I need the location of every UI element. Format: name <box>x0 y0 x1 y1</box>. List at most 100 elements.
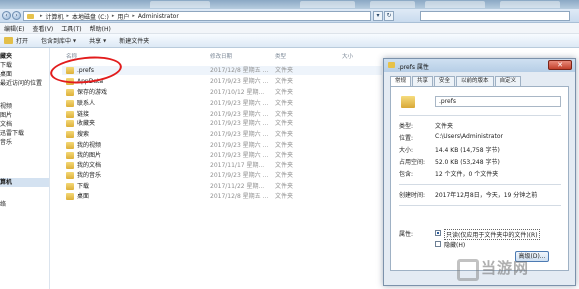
divider <box>399 184 561 185</box>
share-button[interactable]: 共享 ▼ <box>89 36 106 45</box>
folder-icon <box>401 96 415 108</box>
open-label: 打开 <box>16 38 29 45</box>
prop-label-size-on-disk: 占用空间: <box>399 159 426 166</box>
column-type[interactable]: 类型 <box>275 52 286 60</box>
folder-icon <box>66 193 74 200</box>
prop-label-created: 创建时间: <box>399 192 426 199</box>
search-input[interactable] <box>420 11 570 21</box>
hidden-label[interactable]: 隐藏(H) <box>444 240 465 249</box>
tab-previous-versions[interactable]: 以前的版本 <box>456 76 494 86</box>
divider <box>399 205 561 206</box>
site-logo-icon <box>455 257 479 281</box>
file-name: 收藏夹 <box>77 120 96 127</box>
hidden-checkbox[interactable] <box>435 241 441 247</box>
close-button[interactable]: ✕ <box>548 60 572 70</box>
file-type: 文件夹 <box>275 78 294 85</box>
open-button[interactable]: 打开 <box>4 36 28 45</box>
file-row[interactable]: 联系人 2017/9/23 星期六 ... 文件夹 <box>62 99 382 108</box>
breadcrumb-administrator[interactable]: Administrator <box>138 13 179 20</box>
properties-dialog: .prefs 属性 ✕ 常规 共享 安全 以前的版本 自定义 .prefs 类型… <box>383 58 576 286</box>
file-name: 我的视频 <box>77 142 102 149</box>
file-date: 2017/9/23 星期六 ... <box>210 152 269 159</box>
refresh-button[interactable]: ↻ <box>384 11 394 21</box>
sidebar-item-documents[interactable]: 文档 <box>0 120 12 129</box>
menu-edit[interactable]: 编辑(E) <box>4 24 24 33</box>
background-tab[interactable] <box>300 1 355 8</box>
folder-icon <box>66 142 74 149</box>
file-row[interactable]: 收藏夹 2017/9/23 星期六 ... 文件夹 <box>62 119 382 128</box>
menu-view[interactable]: 查看(V) <box>32 24 53 33</box>
file-date: 2017/9/23 星期六 ... <box>210 131 269 138</box>
readonly-checkbox[interactable] <box>435 230 441 236</box>
sidebar-item-favorites[interactable]: 藏夹 <box>0 52 12 61</box>
file-row[interactable]: 下载 2017/11/22 星期... 文件夹 <box>62 182 382 191</box>
sidebar-item-computer[interactable]: 算机 <box>0 178 49 187</box>
dialog-title-bar[interactable]: .prefs 属性 ✕ <box>384 59 575 72</box>
folder-icon <box>27 13 34 19</box>
new-folder-button[interactable]: 新建文件夹 <box>119 36 149 45</box>
tab-security[interactable]: 安全 <box>434 76 456 86</box>
chevron-right-icon: ▸ <box>40 13 43 19</box>
prop-value-type: 文件夹 <box>435 123 454 130</box>
chevron-right-icon: ▸ <box>111 13 115 19</box>
readonly-label[interactable]: 只读(仅应用于文件夹中的文件)(R) <box>444 229 540 240</box>
column-date[interactable]: 修改日期 <box>210 52 232 60</box>
file-row[interactable]: 搜索 2017/9/23 星期六 ... 文件夹 <box>62 130 382 139</box>
folder-name-field[interactable]: .prefs <box>435 96 561 107</box>
sidebar-item-xunlei-downloads[interactable]: 迅雷下载 <box>0 129 24 138</box>
background-tab[interactable] <box>370 1 415 8</box>
file-name: 链接 <box>77 111 90 118</box>
folder-icon <box>66 183 74 190</box>
divider <box>399 115 561 116</box>
watermark-text: 当游网 <box>481 258 530 277</box>
tab-sharing[interactable]: 共享 <box>412 76 434 86</box>
file-row[interactable]: 我的音乐 2017/9/23 星期六 ... 文件夹 <box>62 171 382 180</box>
breadcrumb-users[interactable]: 用户 <box>117 12 129 21</box>
prop-label-contains: 包含: <box>399 171 414 178</box>
watermark: 当游网 <box>455 256 530 281</box>
menu-help[interactable]: 帮助(H) <box>90 24 111 33</box>
sidebar-item-videos[interactable]: 视频 <box>0 102 12 111</box>
background-tab[interactable] <box>425 1 485 8</box>
background-tab[interactable] <box>500 1 560 8</box>
menu-bar: 编辑(E) 查看(V) 工具(T) 帮助(H) <box>0 23 579 34</box>
share-label: 共享 <box>89 38 102 45</box>
file-date: 2017/9/23 星期六 ... <box>210 100 269 107</box>
file-row[interactable]: 我的文档 2017/11/17 星期... 文件夹 <box>62 161 382 170</box>
file-type: 文件夹 <box>275 89 294 96</box>
file-row[interactable]: 我的图片 2017/9/23 星期六 ... 文件夹 <box>62 151 382 160</box>
include-in-library-button[interactable]: 包含到库中 ▼ <box>41 36 76 45</box>
tab-customize[interactable]: 自定义 <box>494 76 522 86</box>
forward-button[interactable]: › <box>12 11 21 20</box>
file-type: 文件夹 <box>275 111 294 118</box>
background-tab[interactable] <box>150 1 210 8</box>
history-dropdown-button[interactable]: ▾ <box>373 11 383 21</box>
sidebar-item-desktop[interactable]: 桌面 <box>0 70 12 79</box>
address-bar[interactable]: ▸ 计算机 ▸ 本地磁盘 (C:) ▸ 用户 ▸ Administrator <box>23 11 371 21</box>
sidebar-item-network[interactable]: 络 <box>0 200 6 209</box>
sidebar-item-recent-places[interactable]: 最近访问的位置 <box>0 79 42 88</box>
file-row[interactable]: AppData 2017/9/23 星期六 ... 文件夹 <box>62 77 382 86</box>
file-row[interactable]: 链接 2017/9/23 星期六 ... 文件夹 <box>62 110 382 119</box>
folder-icon <box>66 172 74 179</box>
file-row[interactable]: 保存的游戏 2017/10/12 星期... 文件夹 <box>62 88 382 97</box>
folder-icon <box>66 131 74 138</box>
menu-tools[interactable]: 工具(T) <box>61 24 81 33</box>
new-folder-label: 新建文件夹 <box>119 38 150 45</box>
file-name: 桌面 <box>77 193 90 200</box>
back-button[interactable]: ‹ <box>2 11 11 20</box>
file-type: 文件夹 <box>275 131 294 138</box>
breadcrumb-computer[interactable]: 计算机 <box>46 12 64 21</box>
prop-value-location: C:\Users\Administrator <box>435 133 503 140</box>
sidebar-item-pictures[interactable]: 图片 <box>0 111 12 120</box>
file-name: 我的音乐 <box>77 172 102 179</box>
column-size[interactable]: 大小 <box>342 52 353 60</box>
file-row[interactable]: 桌面 2017/12/8 星期五 ... 文件夹 <box>62 192 382 201</box>
file-date: 2017/9/23 星期六 ... <box>210 142 269 149</box>
file-row[interactable]: 我的视频 2017/9/23 星期六 ... 文件夹 <box>62 141 382 150</box>
sidebar-item-music[interactable]: 音乐 <box>0 138 12 147</box>
breadcrumb-drive[interactable]: 本地磁盘 (C:) <box>72 12 109 21</box>
sidebar-item-downloads[interactable]: 下载 <box>0 61 12 70</box>
prop-value-size: 14.4 KB (14,758 字节) <box>435 147 500 154</box>
file-name: 保存的游戏 <box>77 89 108 96</box>
